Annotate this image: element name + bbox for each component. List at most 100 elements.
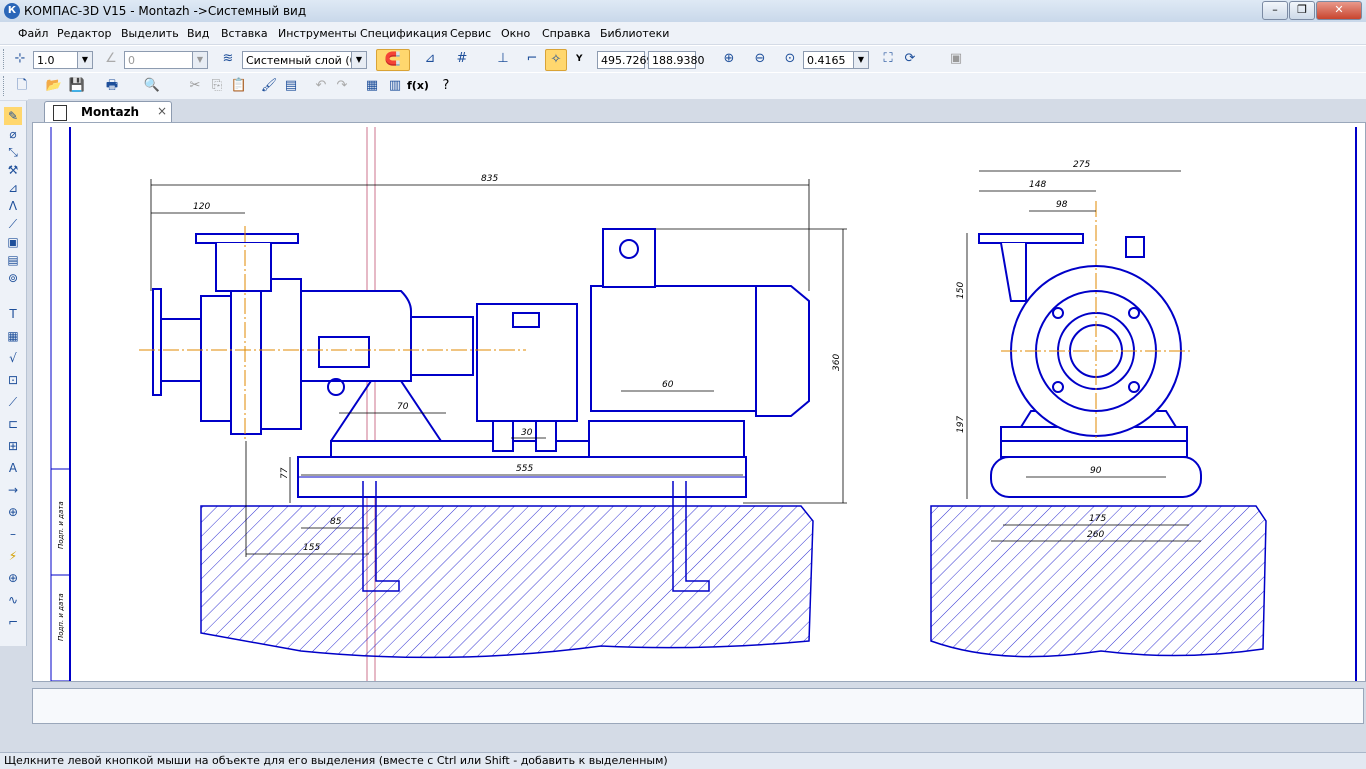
redo-icon[interactable]: ↷ — [332, 76, 352, 96]
dim-120: 120 — [193, 202, 210, 212]
coord-y-field[interactable]: 188.9380 — [648, 51, 705, 69]
new-document-icon[interactable]: 🗋 — [12, 76, 32, 96]
undo-icon[interactable]: ↶ — [311, 76, 331, 96]
fx-button[interactable]: f(x) — [407, 76, 429, 96]
chevron-down-icon[interactable]: ▼ — [192, 52, 207, 68]
leader-icon[interactable]: ⟋ — [4, 393, 22, 411]
coord-x-field[interactable]: 495.7269 — [597, 51, 654, 69]
menu-editor[interactable]: Редактор — [57, 27, 112, 40]
step-cursor-icon[interactable]: ⊹ — [10, 49, 30, 69]
zoom-value: 0.4165 — [807, 54, 846, 67]
round-mode-icon[interactable]: ⌐ — [522, 49, 542, 69]
zoom-window-icon[interactable]: ⊖ — [750, 49, 770, 69]
line-icon[interactable]: – — [4, 525, 22, 543]
restore-button[interactable]: ❐ — [1289, 1, 1315, 20]
ortho-icon[interactable]: ⊥ — [493, 49, 513, 69]
dim-77: 77 — [280, 467, 290, 479]
spec-icon[interactable]: ▣ — [4, 233, 22, 251]
chevron-down-icon[interactable]: ▼ — [351, 52, 366, 68]
minimize-button[interactable]: – — [1262, 1, 1288, 20]
pump-side-view — [152, 228, 810, 498]
drawing-svg: Подп. и дата Подп. и дата 835 120 360 70… — [50, 127, 1357, 681]
menu-view[interactable]: Вид — [187, 27, 209, 40]
magnet-snap-button[interactable]: 🧲 — [376, 49, 410, 71]
measure-icon[interactable]: Λ — [4, 197, 22, 215]
menu-service[interactable]: Сервис — [450, 27, 491, 40]
cut-icon[interactable]: ✂ — [185, 76, 205, 96]
tolerance-icon[interactable]: ⊞ — [4, 437, 22, 455]
properties-icon[interactable]: ▣ — [946, 49, 966, 69]
angle-icon: ∠ — [105, 51, 117, 66]
trim-icon[interactable]: ⌐ — [4, 613, 22, 631]
symbol-icon[interactable]: ⊕ — [4, 503, 22, 521]
dim-85: 85 — [330, 517, 342, 527]
lightning-icon[interactable]: ⚡ — [4, 547, 22, 565]
zoom-scale-icon[interactable]: ⊙ — [780, 49, 800, 69]
foundation-side — [200, 505, 814, 659]
paste-icon[interactable]: 📋 — [229, 76, 249, 96]
roughness-icon[interactable]: √ — [4, 349, 22, 367]
point-icon[interactable]: ⊕ — [4, 569, 22, 587]
designations-icon[interactable]: ⤡ — [4, 143, 22, 161]
layer-select[interactable]: Системный слой (0) ▼ — [242, 51, 367, 69]
dim-150: 150 — [956, 282, 966, 299]
coord-axis-label: Y — [576, 54, 583, 64]
tab-close-icon[interactable]: × — [157, 104, 167, 118]
geometry-icon[interactable]: ✎ — [4, 107, 22, 125]
kompas-logo-icon: К — [4, 3, 20, 19]
dimensions-icon[interactable]: ⌀ — [4, 125, 22, 143]
print-icon[interactable]: 🖶 — [102, 76, 122, 96]
drawing-document-icon — [53, 105, 67, 121]
parametrization-icon[interactable]: ⊿ — [4, 179, 22, 197]
menu-libraries[interactable]: Библиотеки — [600, 27, 669, 40]
manager-icon[interactable]: ▦ — [362, 76, 382, 96]
axis-icon[interactable]: A — [4, 459, 22, 477]
window-title: КОМПАС-3D V15 - Montazh ->Системный вид — [24, 4, 307, 18]
chevron-down-icon[interactable]: ▼ — [77, 52, 92, 68]
menu-select[interactable]: Выделить — [121, 27, 179, 40]
menu-help[interactable]: Справка — [542, 27, 590, 40]
dim-148: 148 — [1029, 180, 1046, 190]
drawing-canvas[interactable]: Подп. и дата Подп. и дата 835 120 360 70… — [32, 122, 1366, 682]
step-field[interactable]: 1.0 ▼ — [33, 51, 93, 69]
position-icon[interactable]: ⊏ — [4, 415, 22, 433]
table-icon[interactable]: ▦ — [4, 327, 22, 345]
wave-icon[interactable]: ∿ — [4, 591, 22, 609]
copy-icon[interactable]: ⎘ — [207, 76, 227, 96]
dim-98: 98 — [1056, 200, 1068, 210]
format-brush-icon[interactable]: 🖌 — [259, 76, 279, 96]
menu-insert[interactable]: Вставка — [221, 27, 268, 40]
reports-icon[interactable]: ▤ — [4, 251, 22, 269]
layers-icon[interactable]: ≋ — [218, 49, 238, 69]
menu-file[interactable]: Файл — [18, 27, 48, 40]
arrow-icon[interactable]: → — [4, 481, 22, 499]
variables-icon[interactable]: ▥ — [385, 76, 405, 96]
save-icon[interactable]: 💾 — [67, 76, 87, 96]
edit-icon[interactable]: ⚒ — [4, 161, 22, 179]
help-icon[interactable]: ? — [436, 76, 456, 96]
select-icon[interactable]: ⟋ — [4, 215, 22, 233]
refresh-icon[interactable]: ⟳ — [900, 49, 920, 69]
menu-specification[interactable]: Спецификация — [360, 27, 447, 40]
zoom-select[interactable]: 0.4165 ▼ — [803, 51, 869, 69]
trace-mode-button[interactable]: ✧ — [545, 49, 567, 71]
open-icon[interactable]: 📂 — [44, 76, 64, 96]
dim-835: 835 — [481, 174, 498, 184]
insert-icon[interactable]: ⊚ — [4, 269, 22, 287]
dim-197: 197 — [956, 416, 966, 433]
properties-table-icon[interactable]: ▤ — [281, 76, 301, 96]
preview-icon[interactable]: 🔍 — [142, 76, 162, 96]
toolbar-grip — [3, 76, 7, 96]
base-icon[interactable]: ⊡ — [4, 371, 22, 389]
text-icon[interactable]: T — [4, 305, 22, 323]
local-cs-icon[interactable]: ⊿ — [420, 49, 440, 69]
zoom-in-icon[interactable]: ⊕ — [719, 49, 739, 69]
close-button[interactable]: ✕ — [1316, 1, 1362, 20]
menu-tools[interactable]: Инструменты — [278, 27, 357, 40]
chevron-down-icon[interactable]: ▼ — [853, 52, 868, 68]
show-all-icon[interactable]: ⛶ — [878, 49, 898, 69]
grid-icon[interactable]: # — [452, 49, 472, 69]
tab-montazh[interactable]: Montazh × — [44, 101, 172, 122]
menu-window[interactable]: Окно — [501, 27, 530, 40]
angle-field[interactable]: 0 ▼ — [124, 51, 208, 69]
